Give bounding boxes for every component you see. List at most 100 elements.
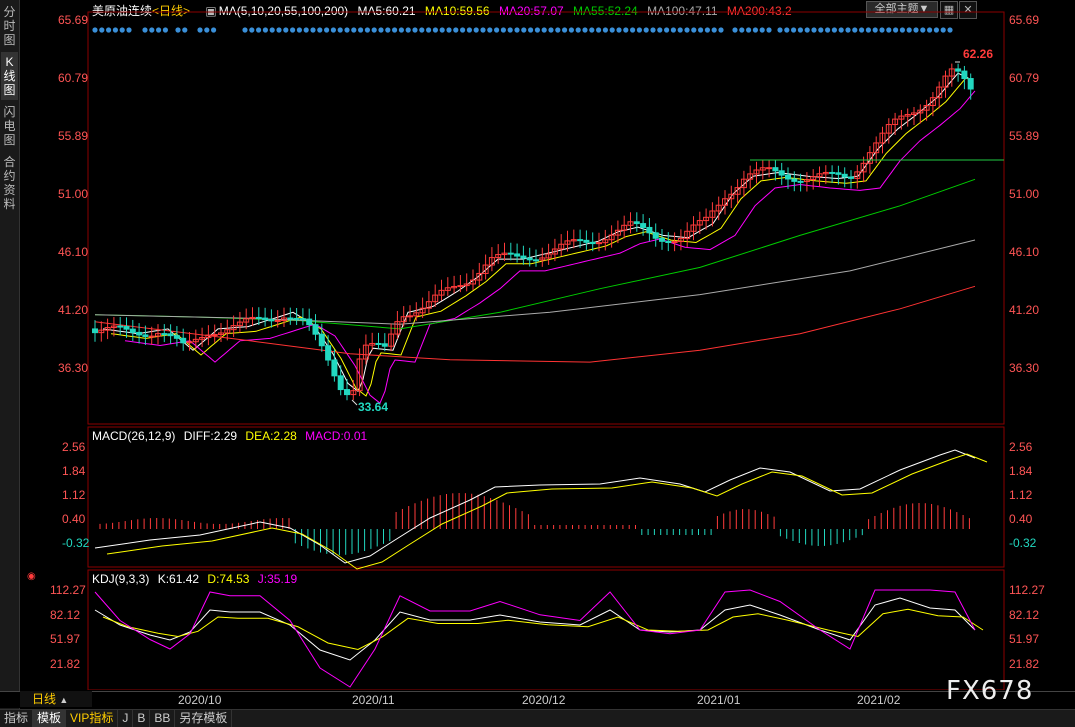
tab-indicators[interactable]: 指标 bbox=[0, 710, 34, 727]
triangle-up-icon: ▲ bbox=[59, 695, 69, 705]
macd-diff: DIFF:2.29 bbox=[183, 429, 238, 443]
event-dot bbox=[197, 27, 203, 33]
candle-down bbox=[123, 326, 130, 330]
event-dot bbox=[818, 27, 824, 33]
event-dot bbox=[419, 27, 425, 33]
macd-tick-label: -0.32 bbox=[62, 536, 90, 550]
event-dot bbox=[677, 27, 683, 33]
candle-up bbox=[407, 315, 413, 318]
macd-dea-line bbox=[106, 453, 988, 570]
kdj-k: K:61.42 bbox=[157, 572, 200, 586]
date-label: 2020/11 bbox=[352, 693, 395, 707]
event-dot bbox=[691, 27, 697, 33]
candle-down bbox=[835, 172, 842, 175]
candle-up bbox=[211, 333, 218, 336]
candle-down bbox=[142, 334, 149, 337]
tab-vip-indicators[interactable]: VIP指标 bbox=[66, 710, 119, 727]
kdj-tick-label: 21.82 bbox=[50, 657, 80, 671]
event-dot bbox=[784, 27, 790, 33]
event-dot bbox=[811, 27, 817, 33]
tab-b[interactable]: B bbox=[133, 710, 151, 727]
event-dot bbox=[562, 27, 568, 33]
kdj-axis: 112.27 112.27 82.12 82.12 51.97 51.97 21.82 21.… bbox=[50, 583, 1045, 671]
event-dot bbox=[643, 27, 649, 33]
period-selector[interactable]: 日线 ▲ bbox=[20, 691, 92, 707]
event-dot bbox=[162, 27, 168, 33]
event-dot bbox=[405, 27, 411, 33]
kdj-tick-label: 112.27 bbox=[1009, 583, 1045, 597]
event-dot bbox=[521, 27, 527, 33]
price-tick-label: 36.30 bbox=[58, 361, 88, 375]
date-label: 2021/02 bbox=[857, 693, 901, 707]
price-tick-label: 60.79 bbox=[1009, 71, 1039, 85]
event-dot bbox=[460, 27, 466, 33]
candle-down bbox=[318, 333, 325, 347]
event-dot bbox=[385, 27, 391, 33]
ma5-line bbox=[102, 72, 974, 393]
tab-save-template[interactable]: 另存模板 bbox=[175, 710, 233, 727]
event-dot bbox=[913, 27, 919, 33]
event-dot bbox=[766, 27, 772, 33]
event-dot bbox=[541, 27, 547, 33]
event-dot bbox=[555, 27, 561, 33]
kdj-tick-label: 51.97 bbox=[50, 632, 80, 646]
event-dot bbox=[927, 27, 933, 33]
event-dot bbox=[845, 27, 851, 33]
candle-down bbox=[967, 78, 974, 90]
tab-templates[interactable]: 模板 bbox=[33, 710, 67, 727]
date-label: 2020/10 bbox=[178, 693, 222, 707]
event-dot bbox=[310, 27, 316, 33]
event-dot bbox=[494, 27, 500, 33]
event-dot bbox=[698, 27, 704, 33]
event-dot bbox=[746, 27, 752, 33]
event-dot bbox=[886, 27, 892, 33]
candle-down bbox=[640, 223, 647, 228]
candle-down bbox=[293, 317, 300, 320]
ma20-line bbox=[124, 90, 976, 404]
price-axis-right: 65.69 60.79 55.89 51.00 46.10 41.20 36.30 bbox=[1009, 13, 1039, 375]
macd-tick-label: 2.56 bbox=[1009, 440, 1033, 454]
event-dot bbox=[609, 27, 615, 33]
kline-chart[interactable]: 65.69 60.79 55.89 51.00 46.10 41.20 36.30 65.6… bbox=[0, 0, 1075, 690]
ma10-line bbox=[110, 77, 972, 397]
tab-j[interactable]: J bbox=[118, 710, 134, 727]
candle-down bbox=[180, 337, 187, 344]
event-dot bbox=[324, 27, 330, 33]
macd-tick-label: 2.56 bbox=[62, 440, 86, 454]
tab-bb[interactable]: BB bbox=[150, 710, 176, 727]
event-dot bbox=[596, 27, 602, 33]
event-dot bbox=[630, 27, 636, 33]
macd-diff-line bbox=[94, 449, 976, 564]
event-dot bbox=[378, 27, 384, 33]
event-dot bbox=[500, 27, 506, 33]
event-dot bbox=[269, 27, 275, 33]
candle-down bbox=[306, 318, 313, 326]
event-dot bbox=[704, 27, 711, 33]
candle-down bbox=[829, 171, 836, 174]
event-dot bbox=[446, 27, 452, 33]
event-dot bbox=[920, 27, 926, 33]
price-axis-left: 65.69 60.79 55.89 51.00 46.10 41.20 36.30 bbox=[58, 13, 88, 375]
event-dot bbox=[371, 27, 377, 33]
event-dot bbox=[589, 27, 595, 33]
event-dot bbox=[242, 27, 248, 33]
candle-up bbox=[671, 241, 678, 244]
candle-down bbox=[589, 241, 596, 245]
event-dot bbox=[804, 27, 810, 33]
event-dot bbox=[398, 27, 404, 33]
candle-down bbox=[785, 174, 791, 180]
candle-down bbox=[533, 259, 539, 262]
kdj-marker-icon: ◉ bbox=[27, 571, 36, 582]
event-dot bbox=[616, 27, 622, 33]
candle-down bbox=[778, 170, 785, 176]
event-dot bbox=[317, 27, 323, 33]
candle-down bbox=[381, 343, 388, 347]
candle-down bbox=[507, 252, 514, 255]
candle-down bbox=[287, 317, 294, 320]
event-dot bbox=[283, 27, 289, 33]
event-dot bbox=[664, 27, 670, 33]
bottom-tab-bar: 指标 模板 VIP指标 J B BB 另存模板 bbox=[0, 709, 1075, 727]
candle-down bbox=[848, 176, 854, 179]
macd-tick-label: -0.32 bbox=[1009, 536, 1037, 550]
kdj-tick-label: 82.12 bbox=[50, 608, 80, 622]
